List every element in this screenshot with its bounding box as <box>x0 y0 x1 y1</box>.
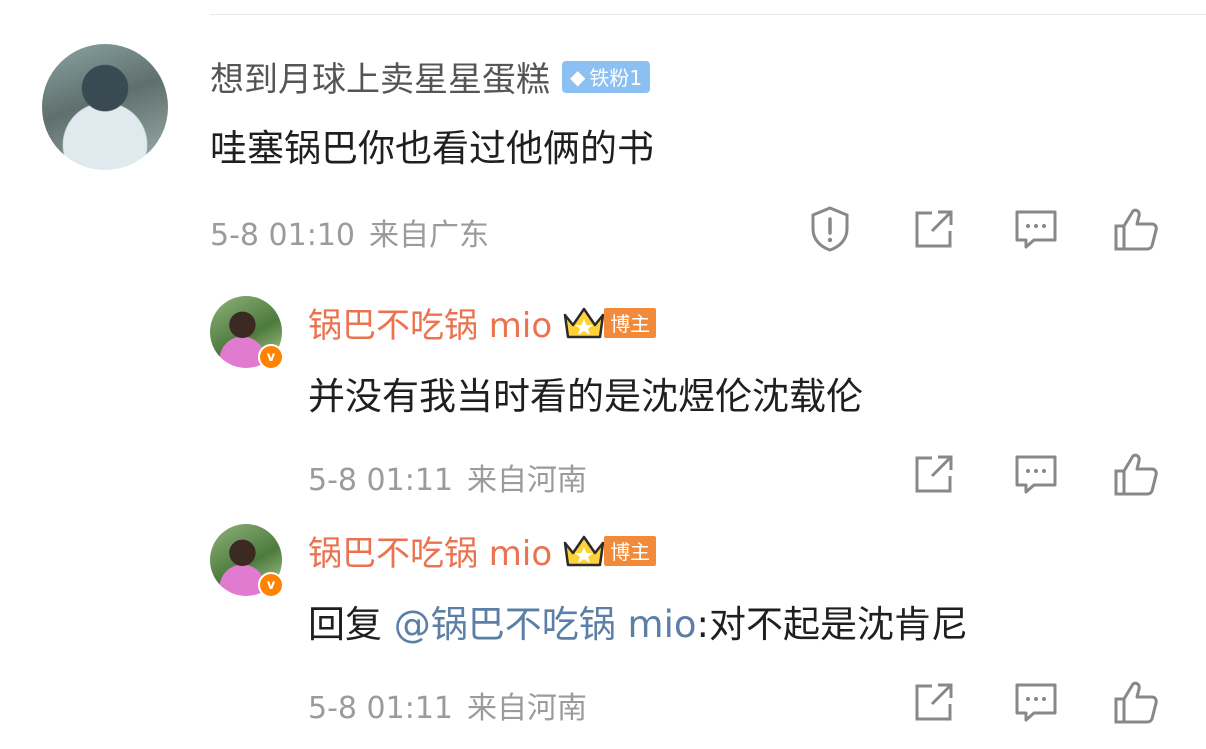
verified-icon: v <box>258 572 284 598</box>
fan-badge-label: 铁粉1 <box>589 66 643 90</box>
reply-meta: 5-8 01:11 来自河南 <box>308 455 587 499</box>
crown-icon <box>563 307 605 338</box>
mention-link[interactable]: @锅巴不吃锅 mio <box>394 603 697 646</box>
comment-icon[interactable] <box>1012 450 1060 498</box>
reply-header: 锅巴不吃锅 mio 博主 <box>308 526 657 575</box>
crown-icon <box>563 535 605 566</box>
timestamp: 5-8 01:10 <box>210 218 355 253</box>
reply-header: 锅巴不吃锅 mio 博主 <box>308 298 657 347</box>
comment-header: 想到月球上卖星星蛋糕 ◆ 铁粉1 <box>210 52 651 101</box>
comment-meta: 5-8 01:10 来自广东 <box>210 210 489 254</box>
reply-text: 并没有我当时看的是沈煜伦沈载伦 <box>308 375 863 418</box>
location: 来自河南 <box>467 691 587 726</box>
avatar[interactable] <box>42 44 168 170</box>
reply-text: 回复 @锅巴不吃锅 mio:对不起是沈肯尼 <box>308 594 968 648</box>
diamond-icon: ◆ <box>570 64 586 89</box>
username[interactable]: 想到月球上卖星星蛋糕 <box>210 52 550 101</box>
like-icon[interactable] <box>1112 205 1160 253</box>
comment-icon[interactable] <box>1012 678 1060 726</box>
report-icon[interactable] <box>806 205 854 253</box>
timestamp: 5-8 01:11 <box>308 691 453 726</box>
location: 来自广东 <box>369 218 489 253</box>
top-divider <box>210 14 1206 15</box>
username[interactable]: 锅巴不吃锅 mio <box>308 526 552 575</box>
location: 来自河南 <box>467 463 587 498</box>
blogger-badge: 博主 <box>604 307 657 338</box>
reply-prefix: 回复 <box>308 603 394 646</box>
share-icon[interactable] <box>910 205 958 253</box>
comment-text: 哇塞锅巴你也看过他俩的书 <box>210 127 654 170</box>
like-icon[interactable] <box>1112 450 1160 498</box>
fan-badge[interactable]: ◆ 铁粉1 <box>562 60 651 93</box>
share-icon[interactable] <box>910 450 958 498</box>
timestamp: 5-8 01:11 <box>308 463 453 498</box>
like-icon[interactable] <box>1112 678 1160 726</box>
reply-meta: 5-8 01:11 来自河南 <box>308 683 587 727</box>
share-icon[interactable] <box>910 678 958 726</box>
reply-body: :对不起是沈肯尼 <box>696 603 968 646</box>
blogger-badge: 博主 <box>604 535 657 566</box>
comment-icon[interactable] <box>1012 205 1060 253</box>
verified-icon: v <box>258 344 284 370</box>
username[interactable]: 锅巴不吃锅 mio <box>308 298 552 347</box>
